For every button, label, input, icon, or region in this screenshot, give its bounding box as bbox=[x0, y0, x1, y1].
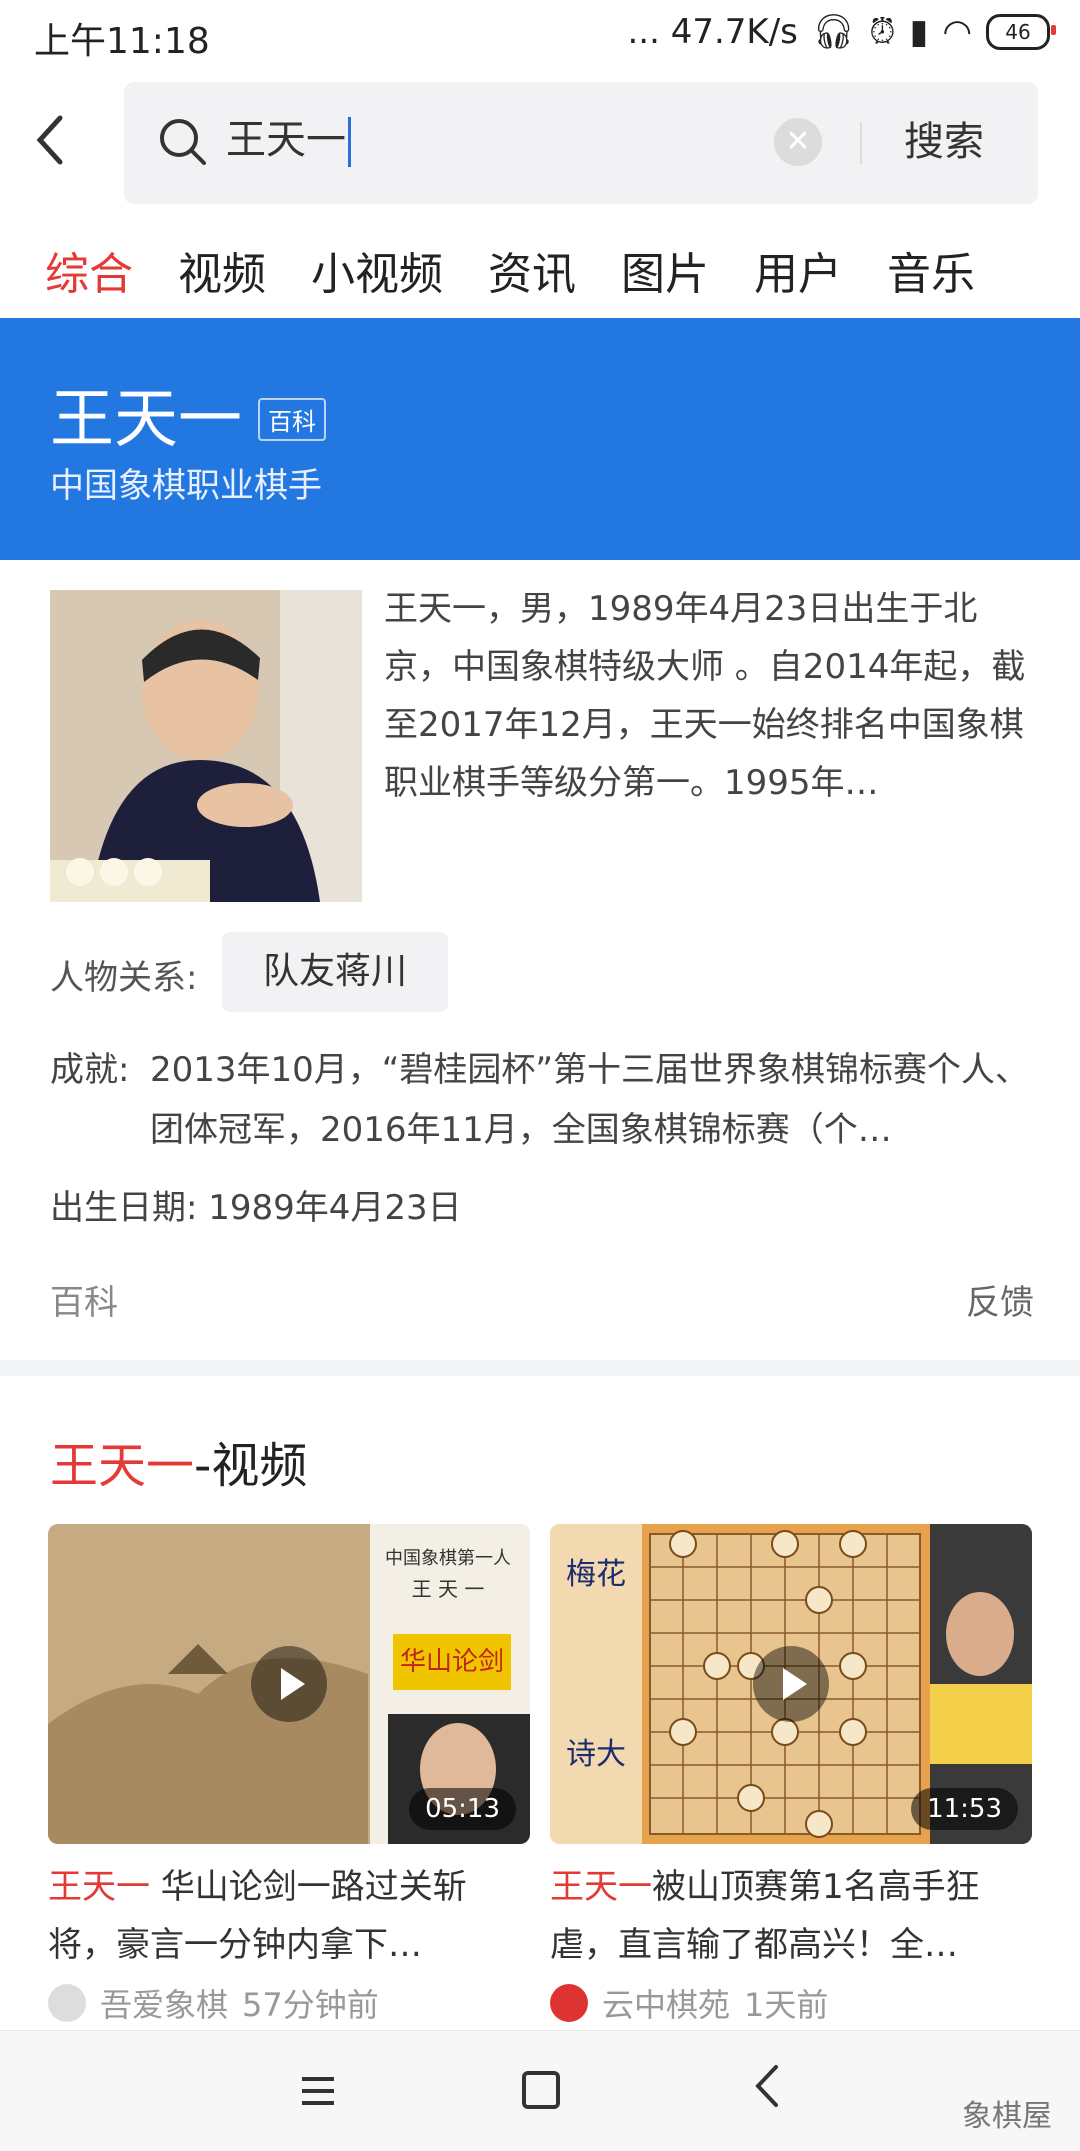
signal-icon: ▮ bbox=[909, 12, 929, 52]
birth-date: 出生日期: 1989年4月23日 bbox=[50, 1188, 462, 1228]
video-title-keyword: 王天一 bbox=[550, 1867, 652, 1907]
video-section: 王天一-视频 华山论剑 中国象棋第一人 王 天 一 05:13 王天一 华山论剑… bbox=[0, 1376, 1080, 2036]
status-bar: 上午11:18 ... 47.7K/s 🎧︎ ⏰︎ ▮ ◠ 46 bbox=[0, 0, 1080, 70]
tab-music[interactable]: 音乐 bbox=[887, 238, 975, 302]
svg-text:王 天 一: 王 天 一 bbox=[412, 1577, 485, 1601]
system-nav-bar: 象棋屋 bbox=[0, 2030, 1080, 2151]
status-time: 上午11:18 bbox=[34, 21, 210, 62]
person-photo[interactable] bbox=[50, 590, 362, 902]
alarm-icon: ⏰︎ bbox=[869, 12, 896, 52]
relation-chip[interactable]: 队友蒋川 bbox=[222, 932, 448, 1012]
back-button[interactable] bbox=[30, 110, 90, 170]
search-button[interactable]: 搜索 bbox=[904, 112, 984, 172]
feedback-button[interactable]: 反馈 bbox=[966, 1275, 1034, 1324]
headphone-icon: 🎧︎ bbox=[811, 12, 856, 52]
video-meta: 云中棋苑 1天前 bbox=[550, 1980, 1032, 2026]
nav-back-icon[interactable] bbox=[752, 2061, 782, 2111]
video-title[interactable]: 王天一被山顶赛第1名高手狂虐，直言输了都高兴！全… bbox=[550, 1858, 1032, 1974]
section-divider bbox=[0, 1360, 1080, 1376]
search-box[interactable]: 王天一 ✕ 搜索 bbox=[124, 82, 1038, 204]
baike-title: 王天一 bbox=[50, 383, 242, 457]
video-thumbnail[interactable]: 梅花 诗大 11:53 bbox=[550, 1524, 1032, 1844]
tab-images[interactable]: 图片 bbox=[621, 238, 709, 302]
play-icon[interactable] bbox=[251, 1646, 327, 1722]
video-card[interactable]: 梅花 诗大 11:53 王天一被山顶赛第1名高手狂虐，直言输了都高兴！全… 云中… bbox=[550, 1524, 1032, 2026]
author-avatar bbox=[550, 1984, 588, 2022]
home-icon[interactable] bbox=[522, 2071, 560, 2109]
video-meta: 吾爱象棋 57分钟前 bbox=[48, 1980, 530, 2026]
svg-text:梅花: 梅花 bbox=[566, 1557, 626, 1592]
video-author[interactable]: 吾爱象棋 bbox=[100, 1980, 228, 2026]
video-title-highlight: 王天一 bbox=[50, 1438, 195, 1494]
video-time: 1天前 bbox=[744, 1986, 829, 2024]
search-input[interactable]: 王天一 bbox=[226, 110, 351, 170]
video-duration: 11:53 bbox=[911, 1788, 1018, 1830]
chevron-left-icon bbox=[36, 115, 63, 165]
video-section-title[interactable]: 王天一-视频 bbox=[50, 1426, 307, 1496]
battery-icon: 46 bbox=[986, 14, 1056, 50]
wifi-icon: ◠ bbox=[942, 12, 972, 52]
baike-source-label[interactable]: 百科 bbox=[50, 1275, 118, 1324]
video-card[interactable]: 华山论剑 中国象棋第一人 王 天 一 05:13 王天一 华山论剑一路过关斩将，… bbox=[48, 1524, 530, 2026]
svg-text:诗大: 诗大 bbox=[566, 1737, 626, 1772]
achievement-text: 2013年10月，“碧桂园杯”第十三届世界象棋锦标赛个人、团体冠军，2016年1… bbox=[150, 1050, 1030, 1150]
clear-icon[interactable]: ✕ bbox=[774, 118, 822, 166]
video-author[interactable]: 云中棋苑 bbox=[602, 1980, 730, 2026]
video-title[interactable]: 王天一 华山论剑一路过关斩将，豪言一分钟内拿下… bbox=[48, 1858, 530, 1974]
baike-header[interactable]: 王天一 百科 中国象棋职业棋手 bbox=[0, 318, 1080, 560]
video-time: 57分钟前 bbox=[242, 1986, 379, 2024]
text-caret bbox=[348, 117, 351, 167]
category-tabs: 综合 视频 小视频 资讯 图片 用户 音乐 bbox=[0, 225, 1080, 315]
video-title-keyword: 王天一 bbox=[48, 1867, 150, 1907]
search-header: 王天一 ✕ 搜索 bbox=[0, 70, 1080, 215]
watermark-logo: 象棋屋 bbox=[962, 2099, 1052, 2134]
author-avatar bbox=[48, 1984, 86, 2022]
tab-video[interactable]: 视频 bbox=[178, 238, 266, 302]
menu-icon[interactable] bbox=[296, 2069, 340, 2113]
tab-news[interactable]: 资讯 bbox=[488, 238, 576, 302]
relation-label: 人物关系: bbox=[50, 958, 198, 998]
video-thumbnail[interactable]: 华山论剑 中国象棋第一人 王 天 一 05:13 bbox=[48, 1524, 530, 1844]
video-duration: 05:13 bbox=[409, 1788, 516, 1830]
search-icon bbox=[160, 119, 206, 165]
portrait-image bbox=[50, 590, 362, 902]
achievement-label: 成就: bbox=[50, 1050, 130, 1090]
baike-subtitle: 中国象棋职业棋手 bbox=[50, 466, 322, 506]
status-icons: ... 47.7K/s 🎧︎ ⏰︎ ▮ ◠ 46 bbox=[627, 12, 1056, 52]
baike-body: 王天一，男，1989年4月23日出生于北京，中国象棋特级大师 。自2014年起，… bbox=[0, 560, 1080, 1360]
baike-summary[interactable]: 王天一，男，1989年4月23日出生于北京，中国象棋特级大师 。自2014年起，… bbox=[384, 580, 1034, 812]
baike-badge: 百科 bbox=[258, 398, 326, 441]
achievements: 成就: 2013年10月，“碧桂园杯”第十三届世界象棋锦标赛个人、团体冠军，20… bbox=[50, 1040, 1040, 1160]
network-speed: ... 47.7K/s bbox=[627, 12, 798, 52]
play-icon[interactable] bbox=[753, 1646, 829, 1722]
svg-text:华山论剑: 华山论剑 bbox=[400, 1647, 504, 1677]
divider bbox=[860, 122, 862, 164]
search-query: 王天一 bbox=[226, 117, 346, 163]
tab-comprehensive[interactable]: 综合 bbox=[45, 238, 133, 302]
tab-short-video[interactable]: 小视频 bbox=[311, 238, 443, 302]
tab-users[interactable]: 用户 bbox=[754, 238, 842, 302]
video-title-rest: -视频 bbox=[194, 1438, 308, 1494]
svg-text:中国象棋第一人: 中国象棋第一人 bbox=[385, 1548, 511, 1569]
